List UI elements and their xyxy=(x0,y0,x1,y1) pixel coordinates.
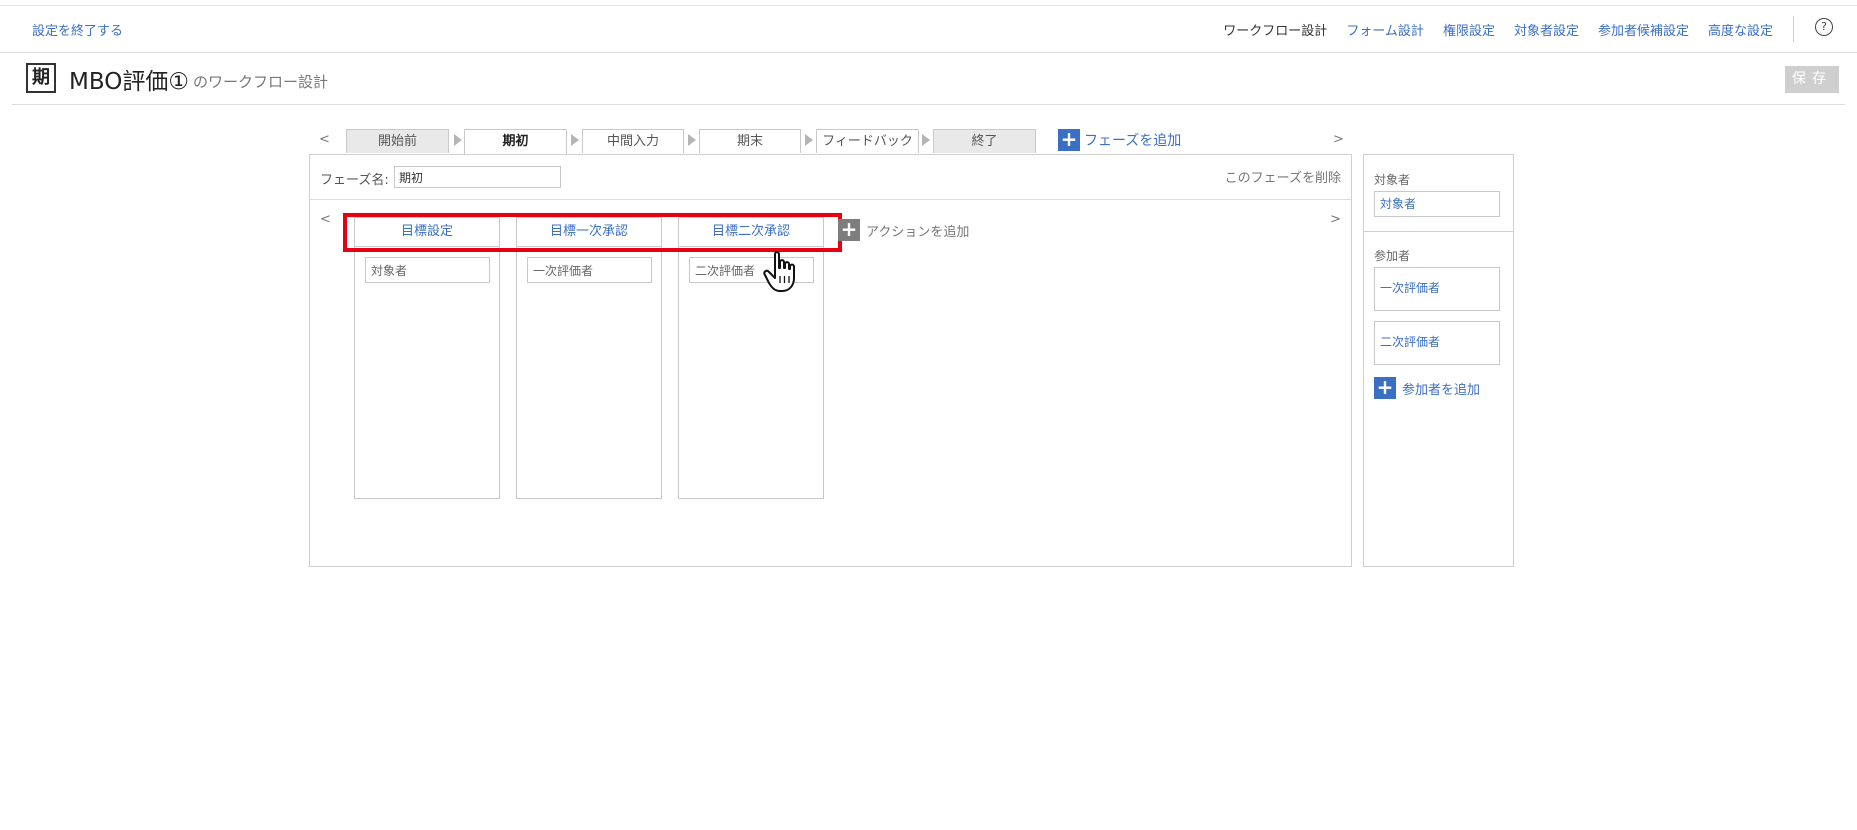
save-button[interactable]: 保存 xyxy=(1785,66,1839,93)
phase-tab-period-start[interactable]: 期初 xyxy=(464,129,567,154)
add-participant-button[interactable]: + 参加者を追加 xyxy=(1374,377,1480,399)
nav-advanced-settings[interactable]: 高度な設定 xyxy=(1708,20,1773,39)
nav-form-design[interactable]: フォーム設計 xyxy=(1346,20,1424,39)
phase-tab-feedback[interactable]: フィードバック xyxy=(816,129,919,153)
phase-prev-arrow[interactable]: < xyxy=(319,132,330,147)
action-card: 目標設定 対象者 xyxy=(354,217,500,499)
period-badge: 期 xyxy=(26,63,56,93)
target-section: 対象者 対象者 xyxy=(1364,155,1513,232)
phase-tab-period-end[interactable]: 期末 xyxy=(699,129,801,153)
phase-arrow-icon xyxy=(454,134,462,146)
phase-name-input[interactable]: 期初 xyxy=(394,166,561,188)
nav-permission-settings[interactable]: 権限設定 xyxy=(1443,20,1495,39)
top-navigation: ワークフロー設計 フォーム設計 権限設定 対象者設定 参加者候補設定 高度な設定 xyxy=(1223,20,1773,39)
phase-tab-end[interactable]: 終了 xyxy=(933,129,1036,153)
add-phase-button[interactable]: + フェーズを追加 xyxy=(1058,129,1181,151)
phase-name-label: フェーズ名: xyxy=(320,173,389,188)
phase-detail-panel: フェーズ名: 期初 このフェーズを削除 < > 目標設定 対象者 目標一次承認 … xyxy=(309,154,1352,567)
page-title: MBO評価① xyxy=(69,69,189,95)
phase-name-row: フェーズ名: 期初 このフェーズを削除 xyxy=(310,155,1351,200)
add-action-button[interactable]: + アクションを追加 xyxy=(838,219,969,241)
add-phase-label: フェーズを追加 xyxy=(1084,133,1182,149)
target-title: 対象者 xyxy=(1374,173,1411,187)
action-actor-field[interactable]: 一次評価者 xyxy=(527,257,652,283)
page-subtitle: のワークフロー設計 xyxy=(193,73,329,91)
nav-participant-candidate-settings[interactable]: 参加者候補設定 xyxy=(1598,20,1689,39)
delete-phase-link[interactable]: このフェーズを削除 xyxy=(1225,167,1341,186)
action-title-second-approval[interactable]: 目標二次承認 xyxy=(679,218,823,247)
phase-arrow-icon xyxy=(688,134,696,146)
target-field[interactable]: 対象者 xyxy=(1374,191,1500,217)
action-actor-field[interactable]: 対象者 xyxy=(365,257,490,283)
action-title-first-approval[interactable]: 目標一次承認 xyxy=(517,218,661,247)
participants-title: 参加者 xyxy=(1374,249,1411,263)
participant-first-evaluator[interactable]: 一次評価者 xyxy=(1374,267,1500,311)
nav-divider xyxy=(1793,16,1794,42)
add-action-label: アクションを追加 xyxy=(866,224,970,240)
action-card: 目標二次承認 二次評価者 xyxy=(678,217,824,499)
add-participant-label: 参加者を追加 xyxy=(1402,382,1481,398)
phase-arrow-icon xyxy=(922,134,930,146)
phase-next-arrow[interactable]: > xyxy=(1333,132,1344,147)
action-prev-arrow[interactable]: < xyxy=(320,212,331,227)
phase-tab-before-start[interactable]: 開始前 xyxy=(346,129,449,153)
phase-arrow-icon xyxy=(571,134,579,146)
plus-icon: + xyxy=(1058,129,1080,151)
plus-icon: + xyxy=(838,219,860,241)
nav-target-settings[interactable]: 対象者設定 xyxy=(1514,20,1579,39)
hand-cursor-icon xyxy=(763,251,795,292)
action-title-goal-setting[interactable]: 目標設定 xyxy=(355,218,499,247)
exit-settings-link[interactable]: 設定を終了する xyxy=(32,20,123,39)
participants-panel: 対象者 対象者 参加者 一次評価者 二次評価者 + 参加者を追加 xyxy=(1363,154,1514,567)
participant-second-evaluator[interactable]: 二次評価者 xyxy=(1374,321,1500,365)
phase-arrow-icon xyxy=(805,134,813,146)
title-row: 期 MBO評価① のワークフロー設計 保存 xyxy=(12,52,1845,105)
plus-icon: + xyxy=(1374,377,1396,399)
question-circle-icon[interactable]: ? xyxy=(1815,18,1833,36)
action-card: 目標一次承認 一次評価者 xyxy=(516,217,662,499)
nav-workflow-design[interactable]: ワークフロー設計 xyxy=(1223,20,1327,39)
action-next-arrow[interactable]: > xyxy=(1330,212,1341,227)
phase-tab-midterm-input[interactable]: 中間入力 xyxy=(582,129,684,153)
top-bar: 設定を終了する ワークフロー設計 フォーム設計 権限設定 対象者設定 参加者候補… xyxy=(0,5,1857,53)
